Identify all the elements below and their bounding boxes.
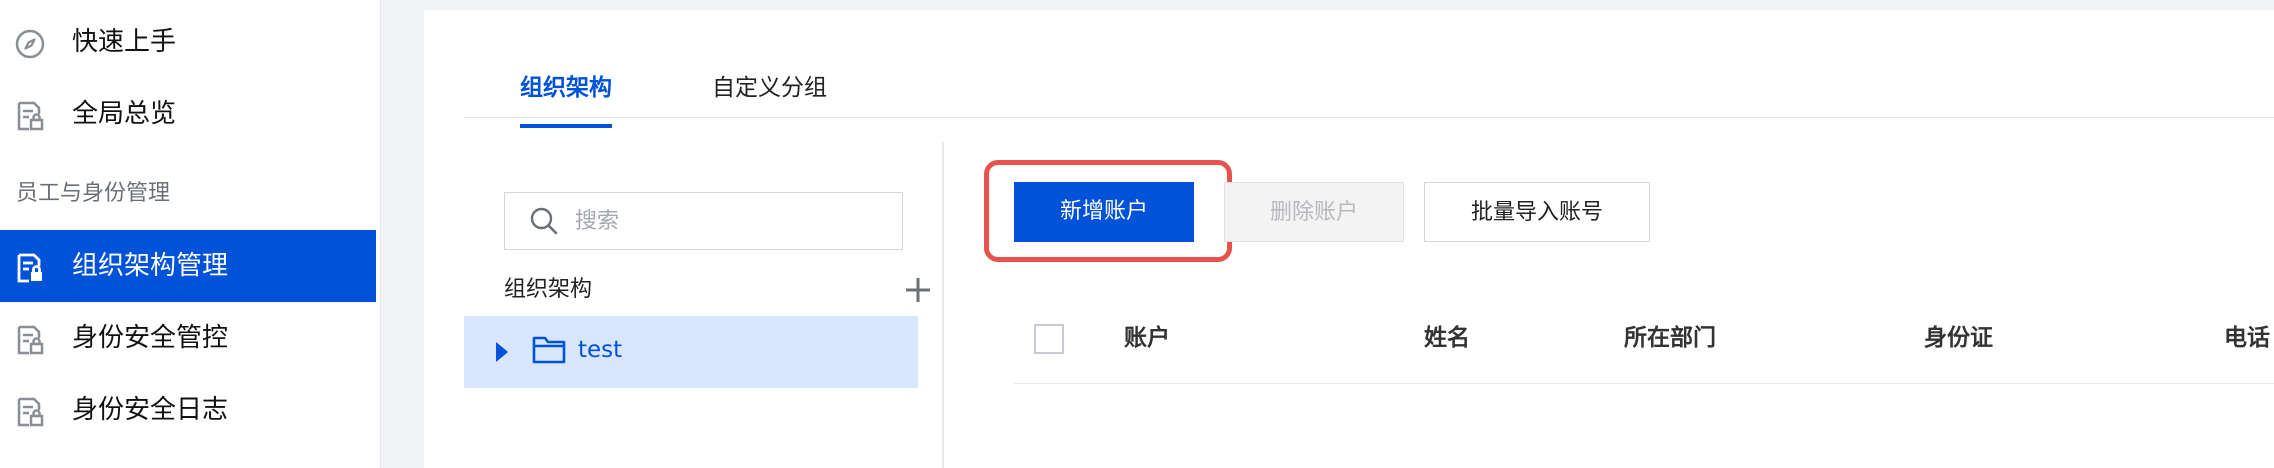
main-panel: 组织架构 自定义分组 组织架构 — [424, 10, 2274, 468]
column-header-id-card[interactable]: 身份证 — [1924, 322, 1993, 354]
column-header-account[interactable]: 账户 — [1124, 322, 1170, 354]
tree-node-label: test — [578, 337, 623, 363]
tab-bar: 组织架构 自定义分组 — [464, 62, 2274, 128]
sidebar-item-label: 全局总览 — [72, 99, 177, 129]
sidebar-section-label: 员工与身份管理 — [16, 181, 171, 206]
sidebar-item-label: 身份安全日志 — [72, 395, 229, 425]
tab-org-structure[interactable]: 组织架构 — [520, 72, 612, 128]
column-header-department[interactable]: 所在部门 — [1624, 322, 1716, 354]
tree-header: 组织架构 — [504, 270, 930, 310]
sidebar-item-label: 组织架构管理 — [72, 251, 229, 281]
folder-icon — [532, 336, 566, 364]
sidebar-item-identity-security-control[interactable]: 身份安全管控 — [0, 302, 376, 374]
sidebar-item-org-management[interactable]: 组织架构管理 — [0, 230, 376, 302]
sidebar-item-quick-start[interactable]: 快速上手 — [0, 6, 376, 78]
sidebar-item-label: 身份安全管控 — [72, 323, 229, 353]
doc-lock-icon — [14, 324, 46, 356]
caret-right-icon[interactable] — [496, 342, 508, 362]
sidebar-item-label: 快速上手 — [72, 27, 177, 57]
app-root: 快速上手 全局总览 员工与身份管理 组织架构管理 身份安全管控 身份安全日志 组… — [0, 0, 2274, 468]
doc-lock-icon — [14, 252, 46, 284]
column-header-phone[interactable]: 电话 — [2224, 322, 2270, 354]
batch-import-button[interactable]: 批量导入账号 — [1424, 182, 1650, 242]
sidebar-item-identity-security-log[interactable]: 身份安全日志 — [0, 374, 376, 446]
tab-custom-groups[interactable]: 自定义分组 — [712, 72, 827, 116]
account-content: 新增账户 删除账户 批量导入账号 账户 姓名 所在部门 身份证 电话 — [984, 142, 2274, 468]
column-header-name[interactable]: 姓名 — [1424, 322, 1470, 354]
search-box[interactable] — [504, 192, 903, 250]
delete-account-button[interactable]: 删除账户 — [1224, 182, 1404, 242]
select-all-checkbox[interactable] — [1034, 324, 1064, 354]
add-account-button[interactable]: 新增账户 — [1014, 182, 1194, 242]
sidebar-item-overview[interactable]: 全局总览 — [0, 78, 376, 150]
doc-lock-icon — [14, 396, 46, 428]
search-icon — [530, 207, 558, 235]
tree-node-test[interactable]: test — [464, 316, 918, 388]
compass-icon — [14, 28, 46, 60]
table-header-row: 账户 姓名 所在部门 身份证 电话 — [1014, 296, 2274, 384]
doc-lock-icon — [14, 100, 46, 132]
org-tree-panel: 组织架构 test — [464, 142, 944, 468]
tree-title: 组织架构 — [504, 277, 593, 302]
plus-icon[interactable] — [900, 272, 936, 308]
search-input[interactable] — [575, 208, 895, 234]
sidebar: 快速上手 全局总览 员工与身份管理 组织架构管理 身份安全管控 身份安全日志 — [0, 0, 381, 468]
